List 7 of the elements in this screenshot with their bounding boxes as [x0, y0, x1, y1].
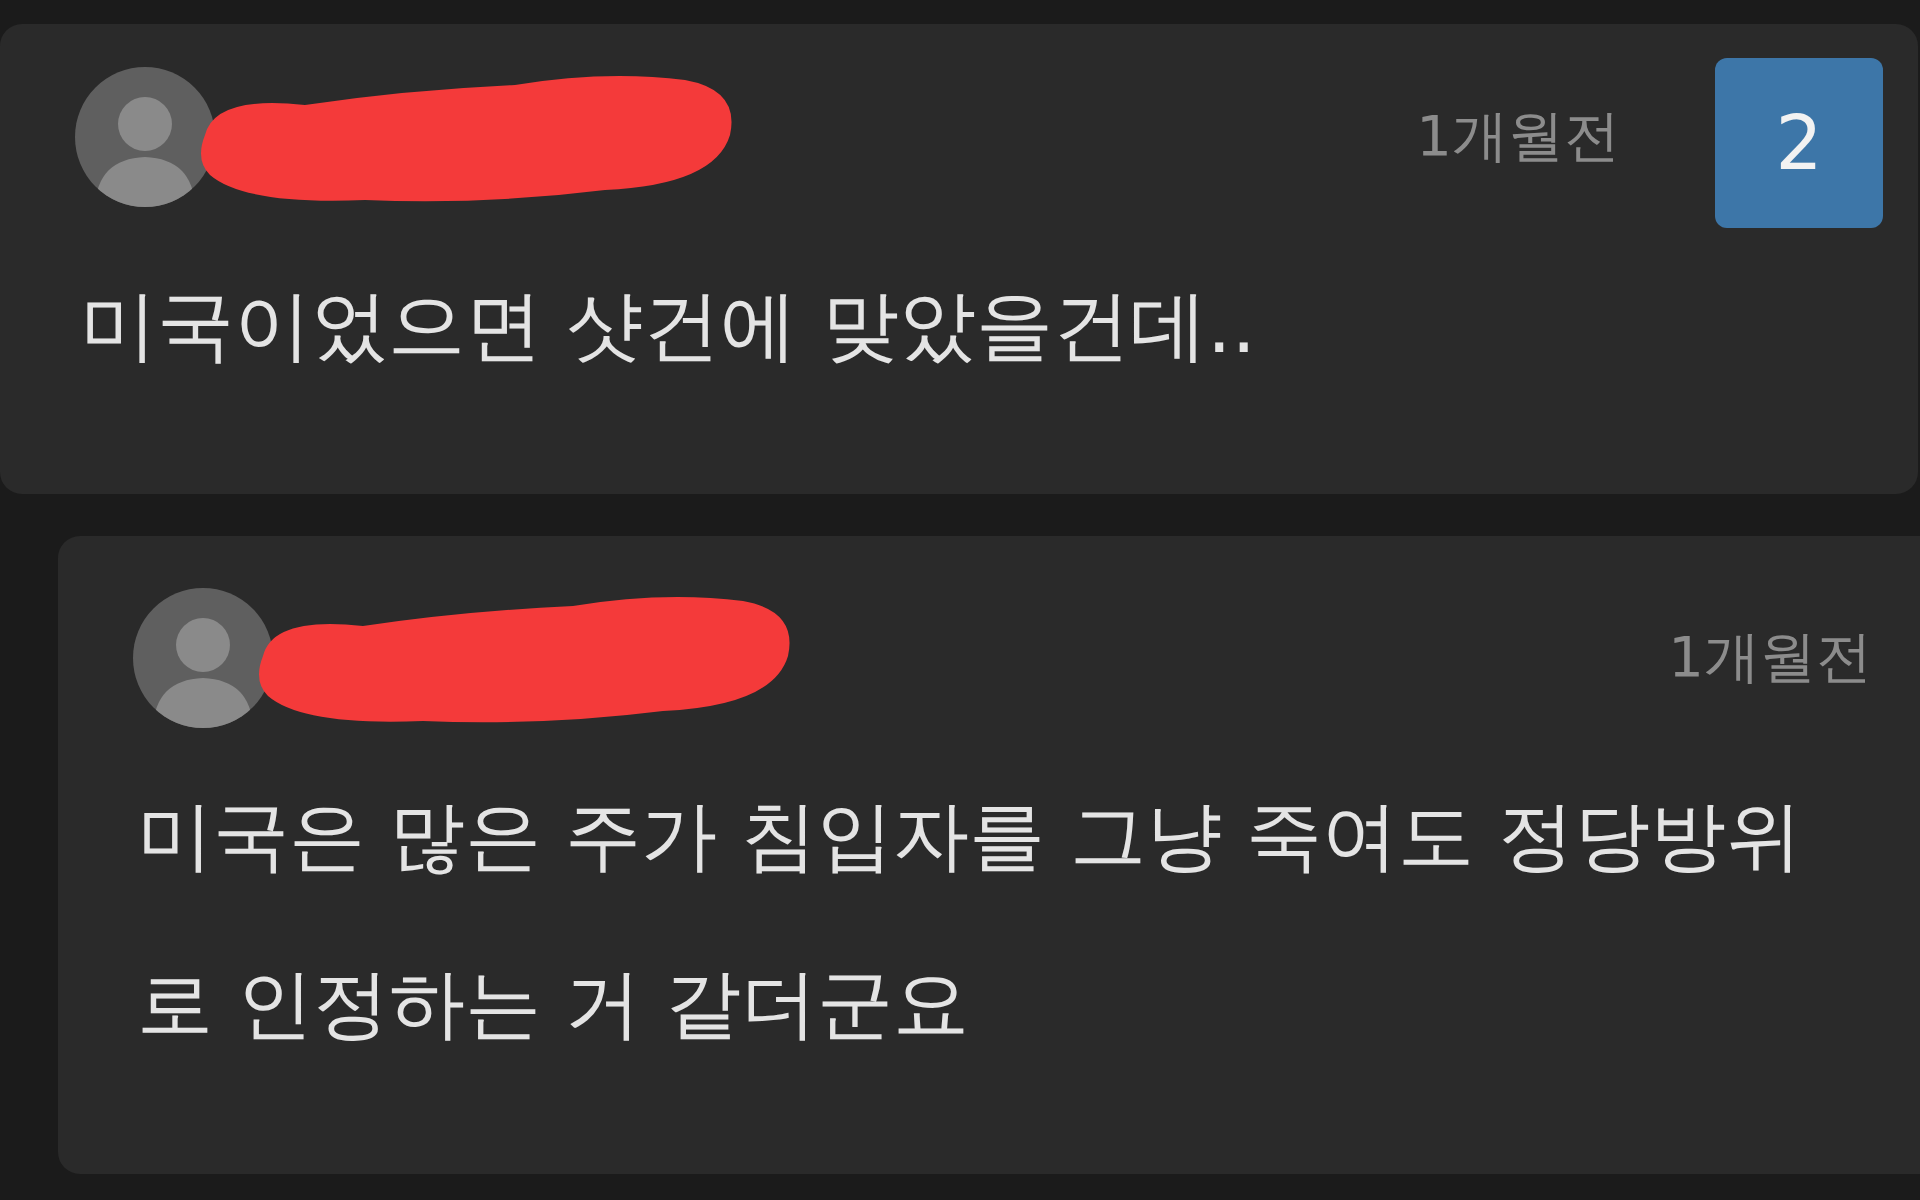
avatar-icon — [133, 588, 273, 728]
reply-count-badge[interactable]: 2 — [1715, 58, 1883, 228]
avatar-icon — [75, 67, 215, 207]
comment-text: 미국이었으면 샷건에 맞았을건데.. — [80, 280, 1257, 372]
timestamp: 1개월전 — [1416, 102, 1620, 170]
timestamp: 1개월전 — [1668, 623, 1872, 691]
comment-text: 미국은 많은 주가 침입자를 그냥 죽여도 정당방위로 인정하는 거 같더군요 — [137, 790, 1803, 1050]
